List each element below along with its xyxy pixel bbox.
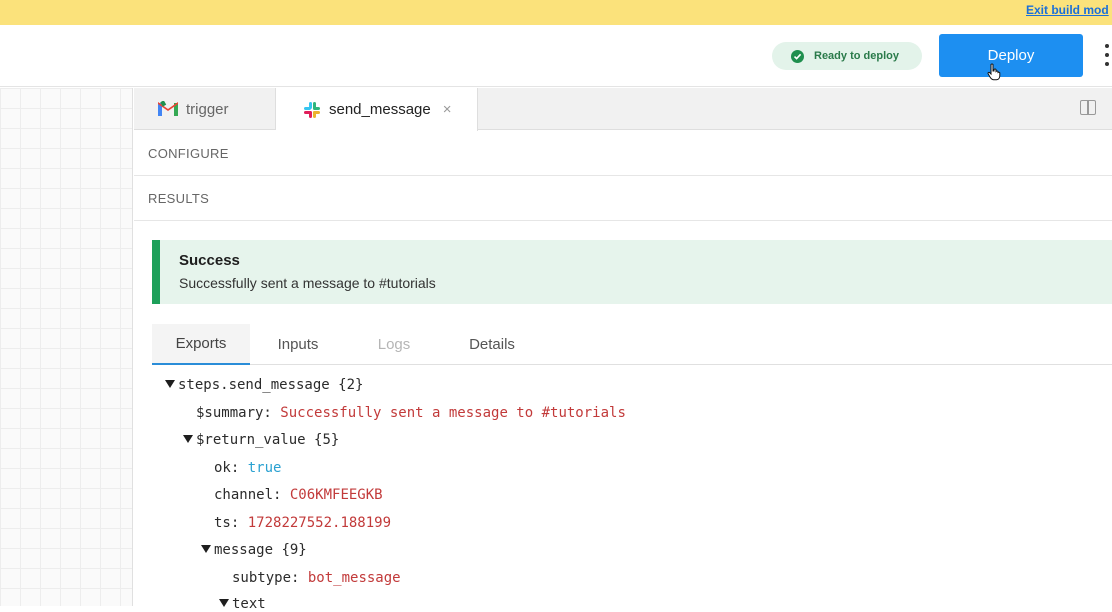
expand-triangle-icon[interactable] — [183, 435, 193, 443]
tree-leaf-subtype: subtype: bot_message — [232, 570, 401, 586]
tree-node-steps[interactable]: steps.send_message {2} — [165, 377, 363, 393]
workflow-canvas[interactable] — [0, 88, 133, 606]
check-circle-icon — [791, 49, 804, 63]
tree-leaf-ok: ok: true — [214, 460, 282, 476]
expand-triangle-icon[interactable] — [201, 545, 211, 553]
top-bar: Ready to deploy Deploy — [0, 25, 1112, 87]
tree-node-text[interactable]: text — [219, 596, 266, 612]
tree-node-return-value[interactable]: $return_value {5} — [183, 432, 339, 448]
exports-tree: steps.send_message {2} $summary: Success… — [134, 88, 1112, 612]
deploy-button[interactable]: Deploy — [939, 34, 1083, 77]
exit-build-mode-link[interactable]: Exit build mod — [1026, 3, 1109, 17]
tree-node-message[interactable]: message {9} — [201, 542, 307, 558]
step-panel: trigger send_message × CONFIGURE RESULTS — [134, 88, 1112, 612]
ready-status-label: Ready to deploy — [814, 50, 899, 62]
hand-cursor-icon — [987, 63, 1001, 81]
ready-status-badge: Ready to deploy — [772, 42, 922, 70]
tree-leaf-channel: channel: C06KMFEEGKB — [214, 487, 383, 503]
build-mode-banner: Exit build mod — [0, 0, 1112, 25]
more-options-icon[interactable] — [1102, 44, 1112, 66]
tree-leaf-ts: ts: 1728227552.188199 — [214, 515, 392, 531]
expand-triangle-icon[interactable] — [165, 380, 175, 388]
tree-leaf-summary: $summary: Successfully sent a message to… — [196, 405, 626, 421]
